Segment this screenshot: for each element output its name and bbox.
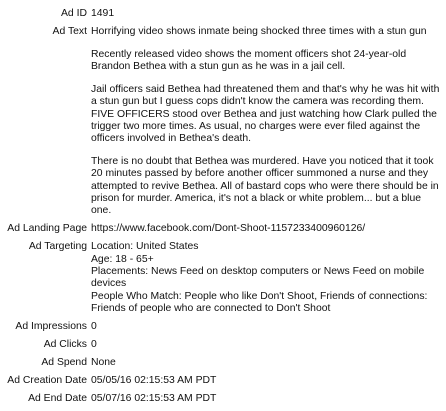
field-label: Ad Creation Date: [7, 375, 87, 387]
row-ad-end-date: Ad End Date 05/07/16 02:15:53 AM PDT: [0, 393, 443, 411]
field-label: Ad ID: [61, 8, 87, 19]
ad-text-paragraph: Recently released video shows the moment…: [91, 48, 407, 73]
ad-text-paragraph: There is no doubt that Bethea was murder…: [91, 155, 439, 217]
row-ad-text: Ad Text Horrifying video shows inmate be…: [0, 26, 443, 223]
clicks-value: 0: [91, 339, 97, 351]
row-ad-impressions: Ad Impressions 0: [0, 321, 443, 339]
field-label: Ad Text: [52, 26, 87, 38]
ad-text-paragraph: Horrifying video shows inmate being shoc…: [91, 26, 427, 38]
targeting-people: People Who Match: People who like Don't …: [91, 290, 428, 314]
row-ad-landing-page: Ad Landing Page https://www.facebook.com…: [0, 223, 443, 241]
end-date-value: 05/07/16 02:15:53 AM PDT: [91, 393, 217, 405]
targeting-location: Location: United States: [91, 241, 199, 253]
field-label: Ad Targeting: [28, 241, 87, 253]
creation-date-value: 05/05/16 02:15:53 AM PDT: [91, 375, 217, 387]
ad-text-value: Horrifying video shows inmate being shoc…: [91, 26, 443, 223]
row-ad-spend: Ad Spend None: [0, 357, 443, 375]
field-label: Ad End Date: [28, 393, 87, 405]
ad-details-table: Ad ID 1491 Ad Text Horrifying video show…: [0, 8, 443, 411]
field-label: Ad Impressions: [15, 320, 87, 332]
targeting-age: Age: 18 - 65+: [91, 253, 154, 265]
landing-page-url: https://www.facebook.com/Dont-Shoot-1157…: [91, 223, 366, 235]
ad-id-value: 1491: [91, 8, 115, 19]
ad-targeting-value: Location: United States Age: 18 - 65+ Pl…: [91, 241, 443, 321]
targeting-placements: Placements: News Feed on desktop compute…: [91, 265, 425, 290]
field-label: Ad Landing Page: [7, 223, 87, 235]
row-ad-targeting: Ad Targeting Location: United States Age…: [0, 241, 443, 321]
impressions-value: 0: [91, 320, 97, 332]
ad-text-paragraph: Jail officers said Bethea had threatened…: [91, 83, 440, 145]
row-ad-creation-date: Ad Creation Date 05/05/16 02:15:53 AM PD…: [0, 375, 443, 393]
spend-value: None: [91, 357, 116, 369]
field-label: Ad Spend: [41, 357, 87, 369]
row-ad-clicks: Ad Clicks 0: [0, 339, 443, 357]
row-ad-id: Ad ID 1491: [0, 8, 443, 26]
field-label: Ad Clicks: [43, 339, 87, 351]
